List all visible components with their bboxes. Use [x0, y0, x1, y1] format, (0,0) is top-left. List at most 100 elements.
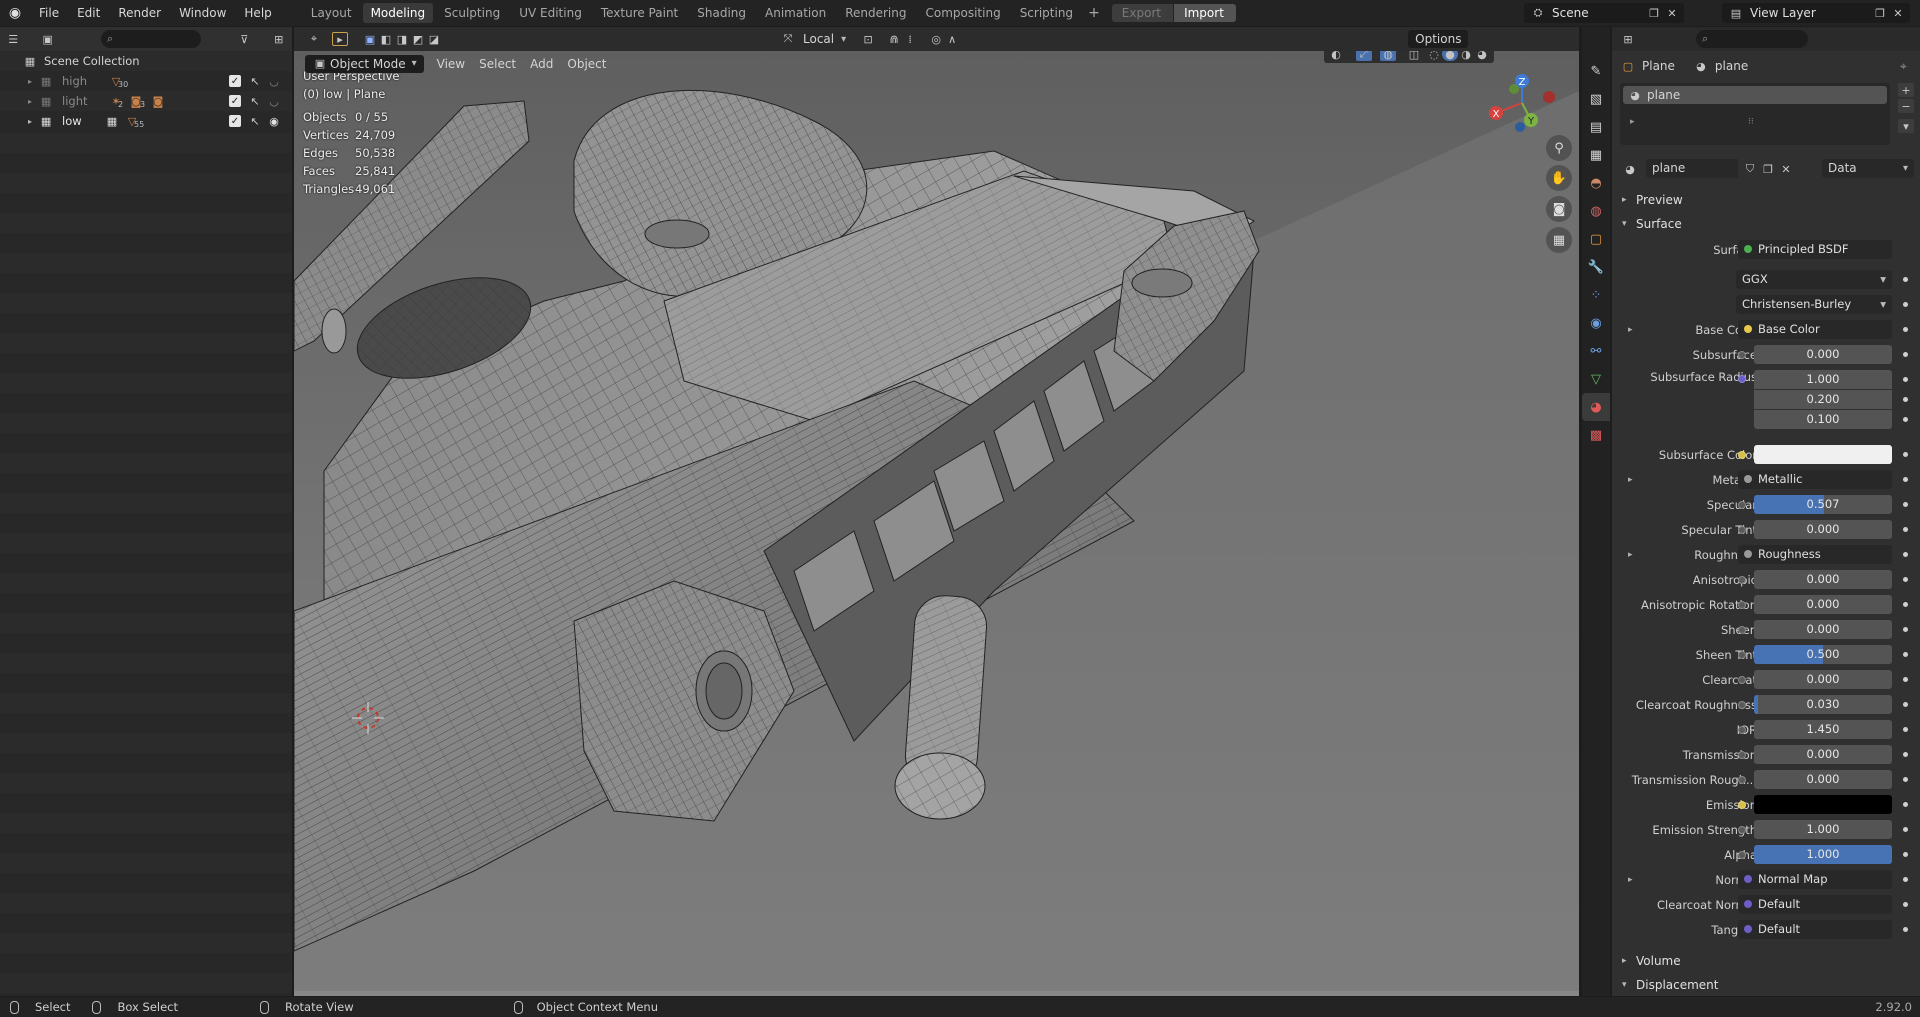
keyframe-dot[interactable] [1903, 752, 1908, 757]
keyframe-dot[interactable] [1903, 352, 1908, 357]
menu-edit[interactable]: Edit [68, 0, 109, 26]
socket-dot[interactable] [1738, 600, 1746, 609]
transmission-slider[interactable]: 0.000 [1754, 745, 1892, 764]
perspective-grid-icon[interactable]: ▦ [1546, 227, 1572, 253]
menu-render[interactable]: Render [109, 0, 170, 26]
physics-tab-icon[interactable]: ◉ [1582, 309, 1610, 337]
blender-logo-icon[interactable]: ◉ [0, 0, 30, 26]
tab-uv-editing[interactable]: UV Editing [511, 3, 590, 23]
render-tab-icon[interactable]: ▧ [1582, 85, 1610, 113]
select-extend-icon[interactable]: ◧ [378, 32, 394, 46]
keyframe-dot[interactable] [1903, 327, 1908, 332]
socket-dot[interactable] [1738, 625, 1746, 634]
keyframe-dot[interactable] [1903, 927, 1908, 932]
keyframe-dot[interactable] [1903, 777, 1908, 782]
keyframe-dot[interactable] [1903, 702, 1908, 707]
keyframe-dot[interactable] [1903, 277, 1908, 282]
select-intersect-icon[interactable]: ◪ [426, 32, 442, 46]
keyframe-dot[interactable] [1903, 602, 1908, 607]
resize-handle-icon[interactable]: ⁝⁝ [1748, 117, 1754, 127]
keyframe-dot[interactable] [1903, 417, 1908, 422]
constraints-tab-icon[interactable]: ⚯ [1582, 337, 1610, 365]
new-collection-icon[interactable]: ⊞ [272, 32, 286, 46]
wireframe-shading-icon[interactable]: ◌ [1426, 51, 1442, 61]
tab-sculpting[interactable]: Sculpting [436, 3, 508, 23]
specular-tint-slider[interactable]: 0.000 [1754, 520, 1892, 539]
filter-icon[interactable]: ⊽ [237, 32, 251, 46]
scene-tab-icon[interactable]: ◓ [1582, 169, 1610, 197]
emission-color-swatch[interactable] [1754, 795, 1892, 814]
sheen-tint-slider[interactable]: 0.500 [1754, 645, 1892, 664]
keyframe-dot[interactable] [1903, 452, 1908, 457]
socket-dot[interactable] [1738, 500, 1746, 509]
xray-toggle-icon[interactable]: ◫ [1406, 51, 1422, 61]
tab-animation[interactable]: Animation [757, 3, 834, 23]
alpha-slider[interactable]: 1.000 [1754, 845, 1892, 864]
socket-dot[interactable] [1738, 825, 1746, 834]
close-icon[interactable]: ✕ [1890, 6, 1906, 20]
copy-icon[interactable]: ❐ [1872, 6, 1888, 20]
eye-hidden-icon[interactable]: ◡ [266, 74, 282, 88]
collection-row-light[interactable]: ▸ ▦ light ✶ 2 ◙ 3 ◙ ✓ ↖ ◡ [0, 91, 292, 111]
pivot-point-icon[interactable]: ⊡ [860, 32, 876, 46]
keyframe-dot[interactable] [1903, 577, 1908, 582]
keyframe-dot[interactable] [1903, 302, 1908, 307]
socket-dot[interactable] [1738, 450, 1746, 459]
base-color-field[interactable]: Base Color [1738, 320, 1892, 339]
surface-section-header[interactable]: ▾ Surface [1612, 213, 1920, 235]
particles-tab-icon[interactable]: ⁘ [1582, 281, 1610, 309]
collection-row-low[interactable]: ▸ ▦ low ▦ ▽ 55 ✓ ↖ ◉ [0, 111, 292, 131]
keyframe-dot[interactable] [1903, 527, 1908, 532]
keyframe-dot[interactable] [1903, 627, 1908, 632]
eye-hidden-icon[interactable]: ◡ [266, 94, 282, 108]
socket-dot[interactable] [1738, 350, 1746, 359]
add-slot-icon[interactable]: + [1898, 83, 1914, 97]
expand-arrow-icon[interactable]: ▸ [28, 117, 32, 126]
menu-view[interactable]: View [430, 55, 472, 73]
displacement-section-header[interactable]: ▾ Displacement [1612, 974, 1920, 996]
expand-arrow-icon[interactable]: ▸ [1628, 550, 1633, 560]
emission-strength-field[interactable]: 1.000 [1754, 820, 1892, 839]
select-invert-icon[interactable]: ◩ [410, 32, 426, 46]
fake-user-icon[interactable]: ⛉ [1742, 162, 1758, 176]
gizmo-toggle-icon[interactable]: ⤢ [1356, 51, 1372, 61]
roughness-field[interactable]: Roughness [1738, 545, 1892, 564]
preview-section-header[interactable]: ▸ Preview [1612, 189, 1920, 211]
properties-search-input[interactable]: ⌕ [1696, 30, 1808, 48]
mode-dropdown[interactable]: ▣ Object Mode ▾ [305, 55, 424, 73]
tangent-field[interactable]: Default [1738, 920, 1892, 939]
keyframe-dot[interactable] [1903, 727, 1908, 732]
3d-viewport[interactable]: User Perspective (0) low | Plane Objects… [294, 51, 1579, 996]
surface-shader-field[interactable]: Principled BSDF [1738, 240, 1892, 259]
subsurface-radius-y[interactable]: 0.200 [1754, 390, 1892, 409]
expand-arrow-icon[interactable]: ▸ [1630, 117, 1635, 127]
options-dropdown[interactable]: Options [1408, 30, 1469, 48]
solid-shading-icon[interactable]: ● [1442, 51, 1458, 61]
add-workspace-icon[interactable]: + [1084, 5, 1104, 21]
anisotropic-slider[interactable]: 0.000 [1754, 570, 1892, 589]
mesh-wireframe-scene[interactable] [294, 51, 1579, 996]
copy-icon[interactable]: ❐ [1646, 6, 1662, 20]
menu-add[interactable]: Add [523, 55, 560, 73]
data-tab-icon[interactable]: ▽ [1582, 365, 1610, 393]
menu-window[interactable]: Window [170, 0, 235, 26]
rendered-shading-icon[interactable]: ◕ [1474, 51, 1490, 61]
tab-scripting[interactable]: Scripting [1012, 3, 1081, 23]
menu-select[interactable]: Select [472, 55, 523, 73]
subsurface-radius-x[interactable]: 1.000 [1754, 370, 1892, 389]
subsurface-radius-z[interactable]: 0.100 [1754, 410, 1892, 429]
clearcoat-normal-field[interactable]: Default [1738, 895, 1892, 914]
select-toggle-icon[interactable]: ↖ [247, 94, 263, 108]
menu-object[interactable]: Object [560, 55, 613, 73]
texture-tab-icon[interactable]: ▩ [1582, 421, 1610, 449]
scene-collection-row[interactable]: ▦ Scene Collection [0, 51, 292, 71]
proportional-editing-icon[interactable]: ◎ [928, 32, 944, 46]
output-tab-icon[interactable]: ▤ [1582, 113, 1610, 141]
tab-layout[interactable]: Layout [303, 3, 360, 23]
material-tab-icon[interactable]: ◕ [1582, 393, 1610, 421]
keyframe-dot[interactable] [1903, 902, 1908, 907]
socket-dot[interactable] [1738, 575, 1746, 584]
editor-type-icon[interactable]: ⊞ [1620, 32, 1636, 46]
keyframe-dot[interactable] [1903, 652, 1908, 657]
material-browse-icon[interactable]: ◕ [1622, 162, 1638, 176]
